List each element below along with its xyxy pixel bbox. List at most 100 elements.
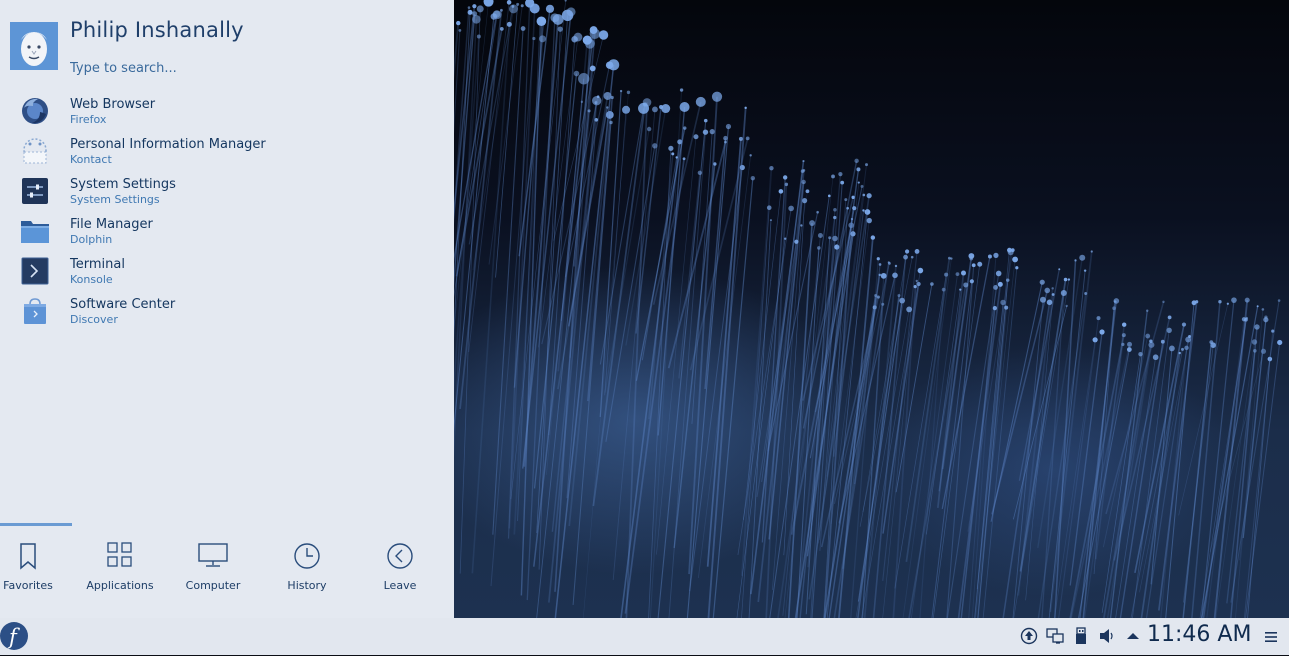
wallpaper-fiber-tip (831, 174, 835, 179)
favorite-item-software-center[interactable]: Software Center Discover (0, 292, 454, 332)
favorite-title: Terminal (70, 257, 125, 272)
wallpaper-fiber-tip (697, 170, 703, 176)
favorite-item-terminal[interactable]: Terminal Konsole (0, 252, 454, 292)
wallpaper-fiber-tip (897, 293, 901, 297)
wallpaper-fiber-tip (671, 152, 675, 156)
wallpaper-fiber-tip (995, 270, 1002, 277)
favorite-item-personal-information-manager[interactable]: Personal Information Manager Kontact (0, 132, 454, 172)
wallpaper-fiber-tip (703, 118, 708, 123)
wallpaper-fiber-strand (1049, 251, 1093, 613)
wallpaper-fiber-tip (1226, 302, 1229, 305)
wallpaper-fiber-tip (955, 272, 960, 277)
favorite-title: Software Center (70, 297, 176, 312)
application-launcher-button[interactable]: f (0, 620, 32, 652)
wallpaper-fiber-tip (1044, 287, 1051, 294)
wallpaper-fiber-tip (1149, 339, 1153, 343)
network-icon[interactable] (1046, 627, 1064, 645)
wallpaper-fiber-tip (833, 208, 837, 212)
usb-device-icon[interactable] (1072, 627, 1090, 645)
digital-clock[interactable]: 11:46 AM (1147, 622, 1251, 647)
expand-tray-icon[interactable] (1124, 627, 1142, 645)
tab-history[interactable]: History (260, 530, 354, 605)
panel-options-icon[interactable] (1264, 630, 1278, 644)
wallpaper-fiber-tip (1039, 296, 1046, 303)
wallpaper-fiber-strand (1002, 302, 1051, 618)
wallpaper-fiber-tip (913, 285, 917, 289)
volume-icon[interactable] (1098, 627, 1116, 645)
wallpaper-fiber-tip (1060, 289, 1067, 296)
clock-icon (294, 543, 320, 569)
wallpaper-fiber-tip (1160, 339, 1165, 344)
wallpaper-fiber-tip (1090, 250, 1093, 253)
wallpaper-fiber-tip (997, 281, 1003, 287)
wallpaper-fiber-strand (1013, 279, 1070, 618)
wallpaper-fiber-tip (1083, 269, 1087, 272)
wallpaper-fiber-tip (1138, 351, 1143, 357)
wallpaper-fiber-tip (619, 89, 623, 93)
wallpaper-fiber-tip (969, 279, 974, 284)
firefox-icon (22, 98, 48, 124)
folder-icon (21, 221, 49, 243)
wallpaper-fiber-strand (454, 16, 495, 432)
wallpaper-fiber-tip (725, 123, 732, 130)
wallpaper-fiber-tip (1058, 268, 1061, 271)
wallpaper-fiber-tip (1079, 254, 1086, 261)
wallpaper-fiber-tip (585, 38, 595, 49)
wallpaper-fiber-tip (887, 261, 890, 264)
wallpaper-fiber-tip (910, 255, 914, 259)
wallpaper-fiber-tip (1260, 348, 1267, 354)
favorite-item-file-manager[interactable]: File Manager Dolphin (0, 212, 454, 252)
wallpaper-fiber-tip (538, 35, 546, 43)
wallpaper-fiber-tip (914, 249, 920, 254)
monitor-icon (198, 543, 228, 567)
wallpaper-fiber-tip (917, 267, 924, 274)
wallpaper-fiber-tip (971, 263, 976, 268)
wallpaper-fiber-tip (1051, 293, 1055, 296)
wallpaper-fiber-tip (1244, 297, 1250, 303)
wallpaper-fiber-tip (904, 249, 910, 254)
grid-icon (107, 542, 132, 567)
wallpaper-fiber-tip (865, 163, 869, 167)
wallpaper-fiber-strand (533, 73, 578, 489)
search-input[interactable] (70, 58, 430, 78)
tab-computer[interactable]: Computer (166, 530, 260, 605)
wallpaper-fiber-tip (1063, 277, 1068, 282)
favorite-subtitle: Kontact (70, 153, 112, 166)
user-avatar[interactable] (10, 22, 58, 70)
wallpaper-fiber-tip (1039, 279, 1045, 285)
wallpaper-fiber-tip (1004, 305, 1009, 310)
wallpaper-fiber-tip (711, 91, 723, 102)
wallpaper-fiber-tip (769, 165, 774, 171)
wallpaper-fiber-tip (1065, 304, 1068, 308)
wallpaper-fiber-tip (638, 102, 650, 114)
wallpaper-fiber-strand (548, 100, 598, 603)
wallpaper-fiber-tip (506, 21, 512, 27)
wallpaper-fiber-tip (817, 232, 823, 238)
tab-applications[interactable]: Applications (73, 530, 167, 605)
wallpaper-fiber-tip (749, 154, 752, 157)
wallpaper-fiber-tip (506, 0, 512, 5)
favorite-item-web-browser[interactable]: Web Browser Firefox (0, 92, 454, 132)
wallpaper-fiber-tip (1007, 249, 1014, 256)
tab-label: Leave (383, 579, 417, 592)
wallpaper-fiber-tip (1263, 317, 1269, 323)
wallpaper-fiber-tip (766, 205, 772, 211)
tab-label: Applications (86, 579, 154, 592)
tab-leave[interactable]: Leave (353, 530, 447, 605)
wallpaper-fiber-tip (1261, 308, 1265, 311)
favorites-list: Web Browser Firefox Personal Information… (0, 92, 454, 332)
wallpaper-fiber-tip (817, 246, 821, 250)
favorite-title: System Settings (70, 177, 176, 192)
updates-icon[interactable] (1020, 627, 1038, 645)
kontact-icon (23, 138, 47, 164)
desktop-wallpaper (454, 0, 1289, 618)
wallpaper-fiber-tip (1145, 333, 1151, 339)
tab-favorites[interactable]: Favorites (0, 530, 75, 605)
favorite-item-system-settings[interactable]: System Settings System Settings (0, 172, 454, 212)
wallpaper-fiber-tip (702, 129, 709, 135)
wallpaper-fiber-tip (622, 105, 631, 114)
wallpaper-fiber-tip (596, 95, 600, 99)
wallpaper-fiber-tip (589, 26, 598, 34)
favorite-subtitle: Firefox (70, 113, 107, 126)
wallpaper-fiber-tip (876, 295, 880, 299)
